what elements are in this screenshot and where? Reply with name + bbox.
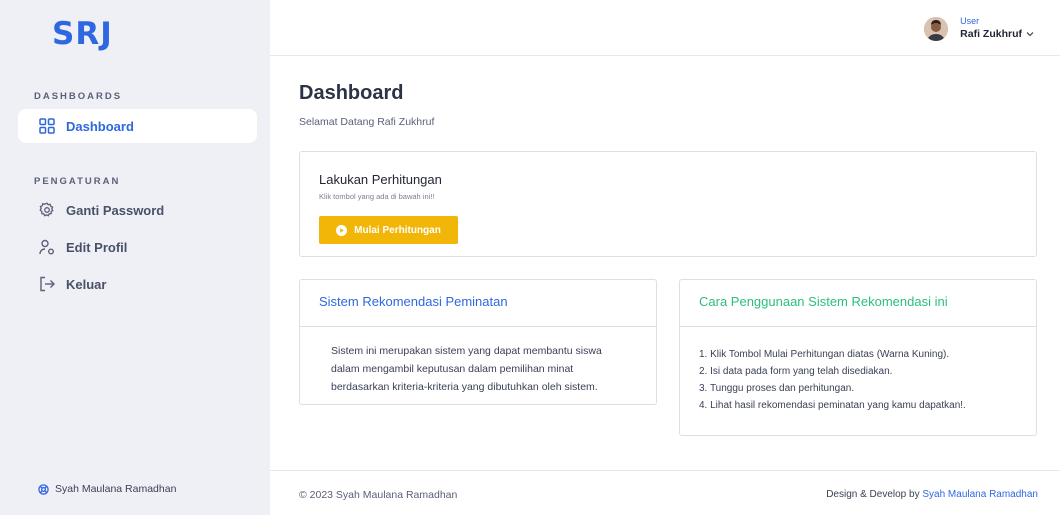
user-icon [38,238,56,256]
sidebar-footer-text: Syah Maulana Ramadhan [55,483,177,495]
sidebar-footer: Syah Maulana Ramadhan [38,483,176,495]
gear-icon [38,201,56,219]
start-calculation-label: Mulai Perhitungan [354,224,441,236]
footer-credit-prefix: Design & Develop by [826,489,923,500]
sidebar-item-keluar[interactable]: Keluar [18,267,257,301]
calculation-card-title: Lakukan Perhitungan [319,172,442,187]
footer-credit: Design & Develop by Syah Maulana Ramadha… [826,489,1038,500]
info-card: Sistem Rekomendasi Peminatan Sistem ini … [299,279,657,405]
sidebar-item-label: Keluar [66,276,107,292]
sidebar-item-label: Edit Profil [66,239,128,255]
sidebar-section-pengaturan: PENGATURAN [34,176,121,187]
topbar: User Rafi Zukhruf [270,0,1060,56]
sidebar-section-dashboards: DASHBOARDS [34,91,123,102]
user-name: Rafi Zukhruf [960,28,1022,40]
sidebar-item-edit-profil[interactable]: Edit Profil [18,230,257,264]
howto-steps-list: 1. Klik Tombol Mulai Perhitungan diatas … [680,327,1036,414]
play-icon [336,224,348,236]
calculation-card: Lakukan Perhitungan Klik tombol yang ada… [299,151,1037,257]
info-card-body: Sistem ini merupakan sistem yang dapat m… [331,345,602,393]
chevron-down-icon [1026,31,1034,37]
howto-step: 1. Klik Tombol Mulai Perhitungan diatas … [699,349,950,360]
sidebar-item-ganti-password[interactable]: Ganti Password [18,193,257,227]
footer-copyright: © 2023 Syah Maulana Ramadhan [299,489,458,501]
sidebar-item-label: Ganti Password [66,202,165,218]
start-calculation-button[interactable]: Mulai Perhitungan [319,216,458,244]
brand-logo[interactable]: SRJ [52,16,113,52]
logout-icon [38,275,56,293]
support-icon [38,483,49,495]
howto-step: 4. Lihat hasil rekomendasi peminatan yan… [699,400,966,411]
grid-icon [38,117,56,135]
user-name-row: Rafi Zukhruf [960,27,1034,41]
user-menu[interactable]: User Rafi Zukhruf [924,16,1034,41]
sidebar-item-label: Dashboard [66,118,134,134]
info-card-title: Sistem Rekomendasi Peminatan [300,280,656,327]
sidebar: SRJ DASHBOARDS Dashboard PENGATURAN Gant… [0,0,270,515]
howto-card: Cara Penggunaan Sistem Rekomendasi ini 1… [679,279,1037,436]
page-footer: © 2023 Syah Maulana Ramadhan Design & De… [270,470,1060,515]
page-title: Dashboard [299,82,404,104]
howto-step: 3. Tunggu proses dan perhitungan. [699,383,855,394]
howto-card-title: Cara Penggunaan Sistem Rekomendasi ini [680,280,1036,327]
howto-step: 2. Isi data pada form yang telah disedia… [699,366,893,377]
user-meta: User Rafi Zukhruf [960,16,1034,41]
page-subtitle: Selamat Datang Rafi Zukhruf [299,116,435,128]
sidebar-item-dashboard[interactable]: Dashboard [18,109,257,143]
calculation-card-subtitle: Klik tombol yang ada di bawah ini!! [319,192,435,201]
user-role: User [960,16,980,26]
footer-credit-link[interactable]: Syah Maulana Ramadhan [922,489,1038,500]
avatar [924,16,949,41]
